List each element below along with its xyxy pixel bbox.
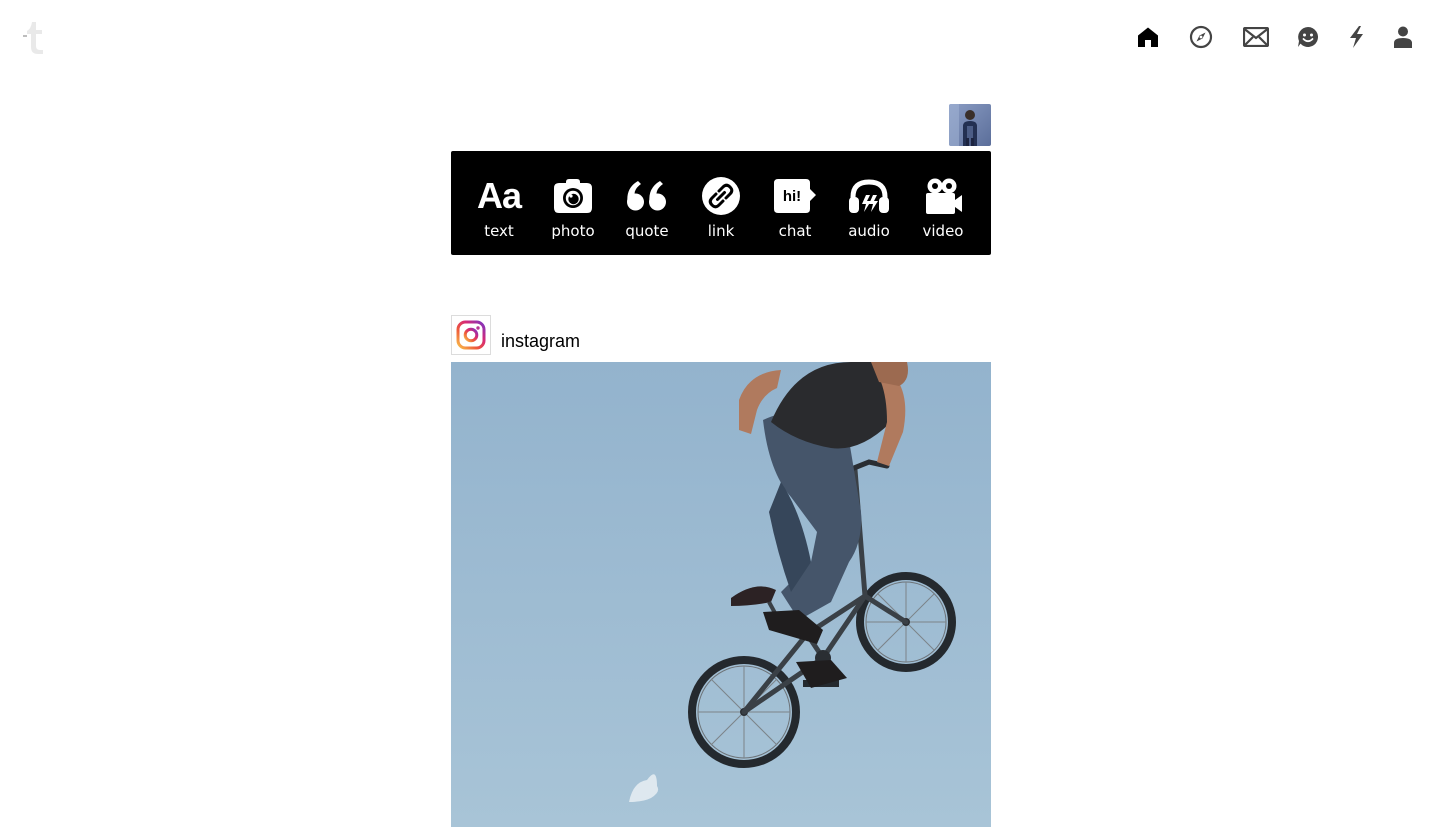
- video-camera-icon: [921, 177, 965, 215]
- post-composer: Aa text photo quote link hi! chat audio …: [451, 151, 991, 255]
- smiley-chat-icon: [1298, 26, 1319, 47]
- nav-activity-button[interactable]: [1346, 23, 1366, 51]
- post-type-label: audio: [848, 222, 890, 240]
- instagram-logo-icon: [456, 320, 486, 350]
- post-type-quote-button[interactable]: quote: [613, 151, 681, 255]
- post-blog-name[interactable]: instagram: [501, 331, 580, 352]
- nav-account-button[interactable]: [1392, 23, 1414, 51]
- post-type-label: quote: [625, 222, 669, 240]
- person-icon: [1394, 26, 1412, 48]
- compass-icon: [1189, 25, 1213, 49]
- post-type-label: video: [922, 222, 964, 240]
- nav-messaging-button[interactable]: [1296, 23, 1320, 51]
- text-aa-icon: Aa: [476, 175, 522, 216]
- dashboard-page: Aa text photo quote link hi! chat audio …: [0, 0, 1440, 827]
- bmx-rider-photo[interactable]: [451, 362, 991, 827]
- post-type-photo-button[interactable]: photo: [539, 151, 607, 255]
- post-type-label: chat: [778, 222, 812, 240]
- user-avatar[interactable]: [949, 104, 991, 146]
- chat-hi-glyph: hi!: [783, 188, 801, 205]
- post-type-label: photo: [551, 222, 595, 240]
- nav-home-button[interactable]: [1136, 23, 1160, 51]
- envelope-icon: [1243, 27, 1269, 47]
- post-type-label: text: [484, 222, 514, 240]
- chat-bubble-icon: hi!: [773, 177, 817, 215]
- post-type-chat-button[interactable]: hi! chat: [761, 151, 829, 255]
- link-icon: [699, 177, 743, 215]
- post-header: instagram: [451, 314, 580, 356]
- post-author-avatar[interactable]: [451, 315, 491, 355]
- nav-explore-button[interactable]: [1188, 23, 1214, 51]
- headphones-icon: [847, 177, 891, 215]
- post-type-link-button[interactable]: link: [687, 151, 755, 255]
- lightning-icon: [1350, 26, 1363, 48]
- post-type-audio-button[interactable]: audio: [835, 151, 903, 255]
- home-icon: [1138, 27, 1158, 47]
- camera-icon: [551, 177, 595, 215]
- nav-inbox-button[interactable]: [1242, 23, 1270, 51]
- tumblr-logo-icon[interactable]: [22, 18, 52, 58]
- top-navigation: [1136, 22, 1414, 52]
- quote-marks-icon: [625, 177, 669, 215]
- post-type-text-button[interactable]: Aa text: [465, 151, 533, 255]
- text-aa-glyph: Aa: [476, 175, 522, 216]
- post-type-video-button[interactable]: video: [909, 151, 977, 255]
- post-type-label: link: [707, 222, 735, 240]
